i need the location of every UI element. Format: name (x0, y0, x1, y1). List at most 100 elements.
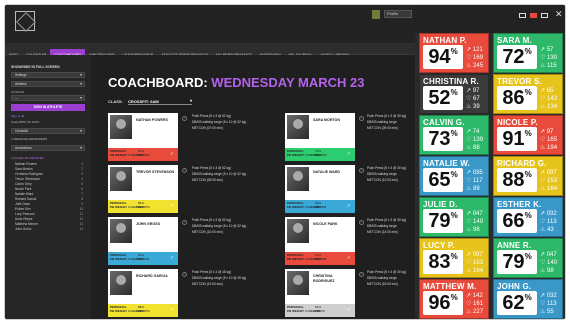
calories-value: ♨ 98 (540, 268, 554, 274)
calories-value: ♨ 115 (540, 63, 557, 69)
athlete-status-bar: PERSONAL PB WEIGHT / LOADING 72% 130BPM ✓ (285, 148, 355, 161)
athlete-card[interactable]: JOHN GROSS PERSONAL PB WEIGHT / LOADING 62%… (108, 217, 178, 265)
info-icon[interactable]: i (182, 116, 187, 121)
athlete-name: NICOLE PARK (313, 222, 338, 226)
max-hr-value: ♡ 153 (466, 260, 484, 266)
tile-athlete-name: LUCY P. (423, 241, 455, 250)
athlete-score-tile[interactable]: RICHARD G. 88% ↗ 097 ♡ 153 ♨ 164 (493, 156, 563, 196)
check-icon[interactable]: ✓ (169, 151, 175, 157)
max-hr-value: ♡ 140 (466, 219, 484, 225)
athlete-score-tile[interactable]: NATHAN P. 94% ↗ 121 ♡ 169 ♨ 245 (419, 33, 489, 73)
tile-stats: ↗ 97 ♡ 165 ♨ 194 (540, 128, 562, 152)
effort-percent: 94% (423, 45, 463, 69)
max-hr-value: ♡ 143 (540, 96, 558, 102)
max-hr-value: ♡ 140 (540, 260, 558, 266)
info-icon[interactable]: i (359, 116, 364, 121)
effort-percent: 86% (497, 86, 537, 110)
athlete-photo (110, 167, 132, 191)
calories-value: ♨ 245 (466, 63, 484, 69)
athlete-status-bar: PERSONAL PB WEIGHT / LOADING 52% 97BPM ✓ (285, 304, 355, 317)
record-icon[interactable] (530, 13, 537, 18)
calories-value: ♨ 89 (466, 186, 480, 192)
grid-view-icon[interactable] (519, 13, 526, 18)
sidebar-title: SHOW/HIDE IN FULL SCREEN (11, 65, 60, 69)
athlete-row: TREVOR STEVENSON PERSONAL PB WEIGHT / LOAD… (108, 165, 408, 215)
athlete-card[interactable]: NATALIE WARD PERSONAL PB WEIGHT / LOADING 6… (285, 165, 355, 213)
window-icon[interactable] (541, 13, 548, 18)
athlete-score-tile[interactable]: ANNE R. 79% ↗ 047 ♡ 140 ♨ 98 (493, 238, 563, 278)
athlete-score-tile[interactable]: CALVIN G. 73% ↗ 74 ♡ 139 ♨ 88 (419, 115, 489, 155)
max-hr-value: ♡ 169 (466, 55, 484, 61)
athlete-score-tile[interactable]: JULIE D. 79% ↗ 047 ♡ 140 ♨ 98 (419, 197, 489, 237)
max-hr-value: ♡ 161 (466, 301, 484, 307)
athlete-name: SARA MORTON (313, 118, 340, 122)
effort-percent: 73% (423, 127, 463, 151)
athlete-card[interactable]: TREVOR STEVENSON PERSONAL PB WEIGHT / LOAD… (108, 165, 178, 213)
sign-in-all-link[interactable]: Sign in all (11, 114, 85, 118)
heart-rate-value: ↗ 121 (466, 47, 483, 53)
wod-logo-icon[interactable] (15, 11, 35, 31)
sign-in-athlete-button[interactable]: SIGN IN ATHLETE (11, 104, 85, 111)
settings-select[interactable]: Settings (11, 72, 85, 78)
max-hr-value: ♡ 67 (466, 96, 480, 102)
athlete-name: RICHARD GARCIA (136, 274, 168, 278)
wod-details: Push Press (5 x 3 @ 50 kg) DB/KB walking … (192, 218, 247, 234)
heart-rate-value: ↗ 032 (540, 211, 557, 217)
athlete-score-tile[interactable]: LUCY P. 83% ↗ 097 ♡ 153 ♨ 164 (419, 238, 489, 278)
athlete-score-tile[interactable]: JOHN G. 62% ↗ 032 ♡ 113 ♨ 55 (493, 279, 563, 319)
athlete-card[interactable]: CHRISTINA RODRIGUEZ PERSONAL PB WEIGHT / L… (285, 269, 355, 317)
athlete-card[interactable]: NATHAN POWERS PERSONAL PB WEIGHT / LOADING… (108, 113, 178, 161)
wod-details: Push Press (5 x 3 @ 30 kg) DB/KB walking … (367, 270, 407, 286)
wod-details: Push Press (5 x 3 @ 30 kg) DB/KB walking … (367, 218, 407, 234)
athlete-card[interactable]: RICHARD GARCIA PERSONAL PB WEIGHT / LOADIN… (108, 269, 178, 317)
athlete-card[interactable]: NICOLE PARK PERSONAL PB WEIGHT / LOADING 91… (285, 217, 355, 265)
athlete-photo (287, 271, 309, 295)
check-icon[interactable]: ✓ (169, 255, 175, 261)
info-icon[interactable]: i (182, 168, 187, 173)
language-flag-icon[interactable] (372, 10, 380, 19)
athlete-score-tile[interactable]: CHRISTINA R. 52% ↗ 97 ♡ 67 ♨ 39 (419, 74, 489, 114)
effort-percent: 96% (423, 291, 463, 315)
wod-details: Push Press (5 x 3 @ 62 kg) DB/KB walking … (192, 114, 247, 130)
tile-athlete-name: SARA M. (497, 36, 532, 45)
tile-athlete-name: CALVIN G. (423, 118, 465, 127)
annotations-select[interactable]: Annotations (11, 145, 85, 151)
info-icon[interactable]: i (182, 220, 187, 225)
athlete-score-tile[interactable]: NATALIE W. 65% ↗ 035 ♡ 117 ♨ 89 (419, 156, 489, 196)
tile-stats: ↗ 035 ♡ 117 ♨ 89 (466, 169, 488, 193)
info-icon[interactable]: i (359, 272, 364, 277)
athlete-metrics: 52% 97BPM (315, 305, 325, 313)
top-header: Profile (5, 5, 415, 43)
athlete-photo (287, 219, 309, 243)
athlete-score-tile[interactable]: SARA M. 72% ↗ 57 ♡ 130 ♨ 115 (493, 33, 563, 73)
close-icon[interactable]: ✕ (555, 10, 563, 19)
athletes-select[interactable]: Athletes (11, 81, 85, 87)
athlete-status-bar: PERSONAL PB WEIGHT / LOADING 94% 121BPM ✓ (108, 148, 178, 161)
check-icon[interactable]: ✓ (346, 151, 352, 157)
athlete-card[interactable]: SARA MORTON PERSONAL PB WEIGHT / LOADING 72… (285, 113, 355, 161)
check-icon[interactable]: ✓ (346, 255, 352, 261)
check-icon[interactable]: ✓ (346, 307, 352, 313)
athlete-row: RICHARD GARCIA PERSONAL PB WEIGHT / LOADIN… (108, 269, 408, 319)
max-hr-value: ♡ 113 (540, 219, 557, 225)
check-icon[interactable]: ✓ (346, 203, 352, 209)
list-item[interactable]: John Gross 14 (11, 227, 85, 232)
athlete-score-tile[interactable]: ESTHER K. 66% ↗ 032 ♡ 113 ♨ 43 (493, 197, 563, 237)
check-icon[interactable]: ✓ (169, 307, 175, 313)
info-icon[interactable]: i (182, 272, 187, 277)
class-select[interactable]: CROSSFIT: 6AM (128, 98, 192, 105)
tile-athlete-name: JULIE D. (423, 200, 458, 209)
info-icon[interactable]: i (359, 220, 364, 225)
athlete-select[interactable]: --- (11, 95, 85, 101)
athlete-score-tile[interactable]: TREVOR S. 86% ↗ 65 ♡ 143 ♨ 134 (493, 74, 563, 114)
checklist-select[interactable]: Checklist (11, 128, 85, 134)
page-title: COACHBOARD: WEDNESDAY MARCH 23 (108, 75, 365, 90)
athlete-score-tile[interactable]: MATTHEW M. 96% ↗ 142 ♡ 161 ♨ 227 (419, 279, 489, 319)
effort-percent: 88% (497, 168, 537, 192)
user-menu[interactable]: Profile (384, 10, 412, 18)
check-icon[interactable]: ✓ (169, 203, 175, 209)
athlete-score-tile[interactable]: NICOLE P. 91% ↗ 97 ♡ 165 ♨ 194 (493, 115, 563, 155)
athlete-metrics: 94% 121BPM (138, 149, 150, 157)
coachboard-main: COACHBOARD: WEDNESDAY MARCH 23 CLASS: CR… (91, 55, 415, 319)
info-icon[interactable]: i (359, 168, 364, 173)
